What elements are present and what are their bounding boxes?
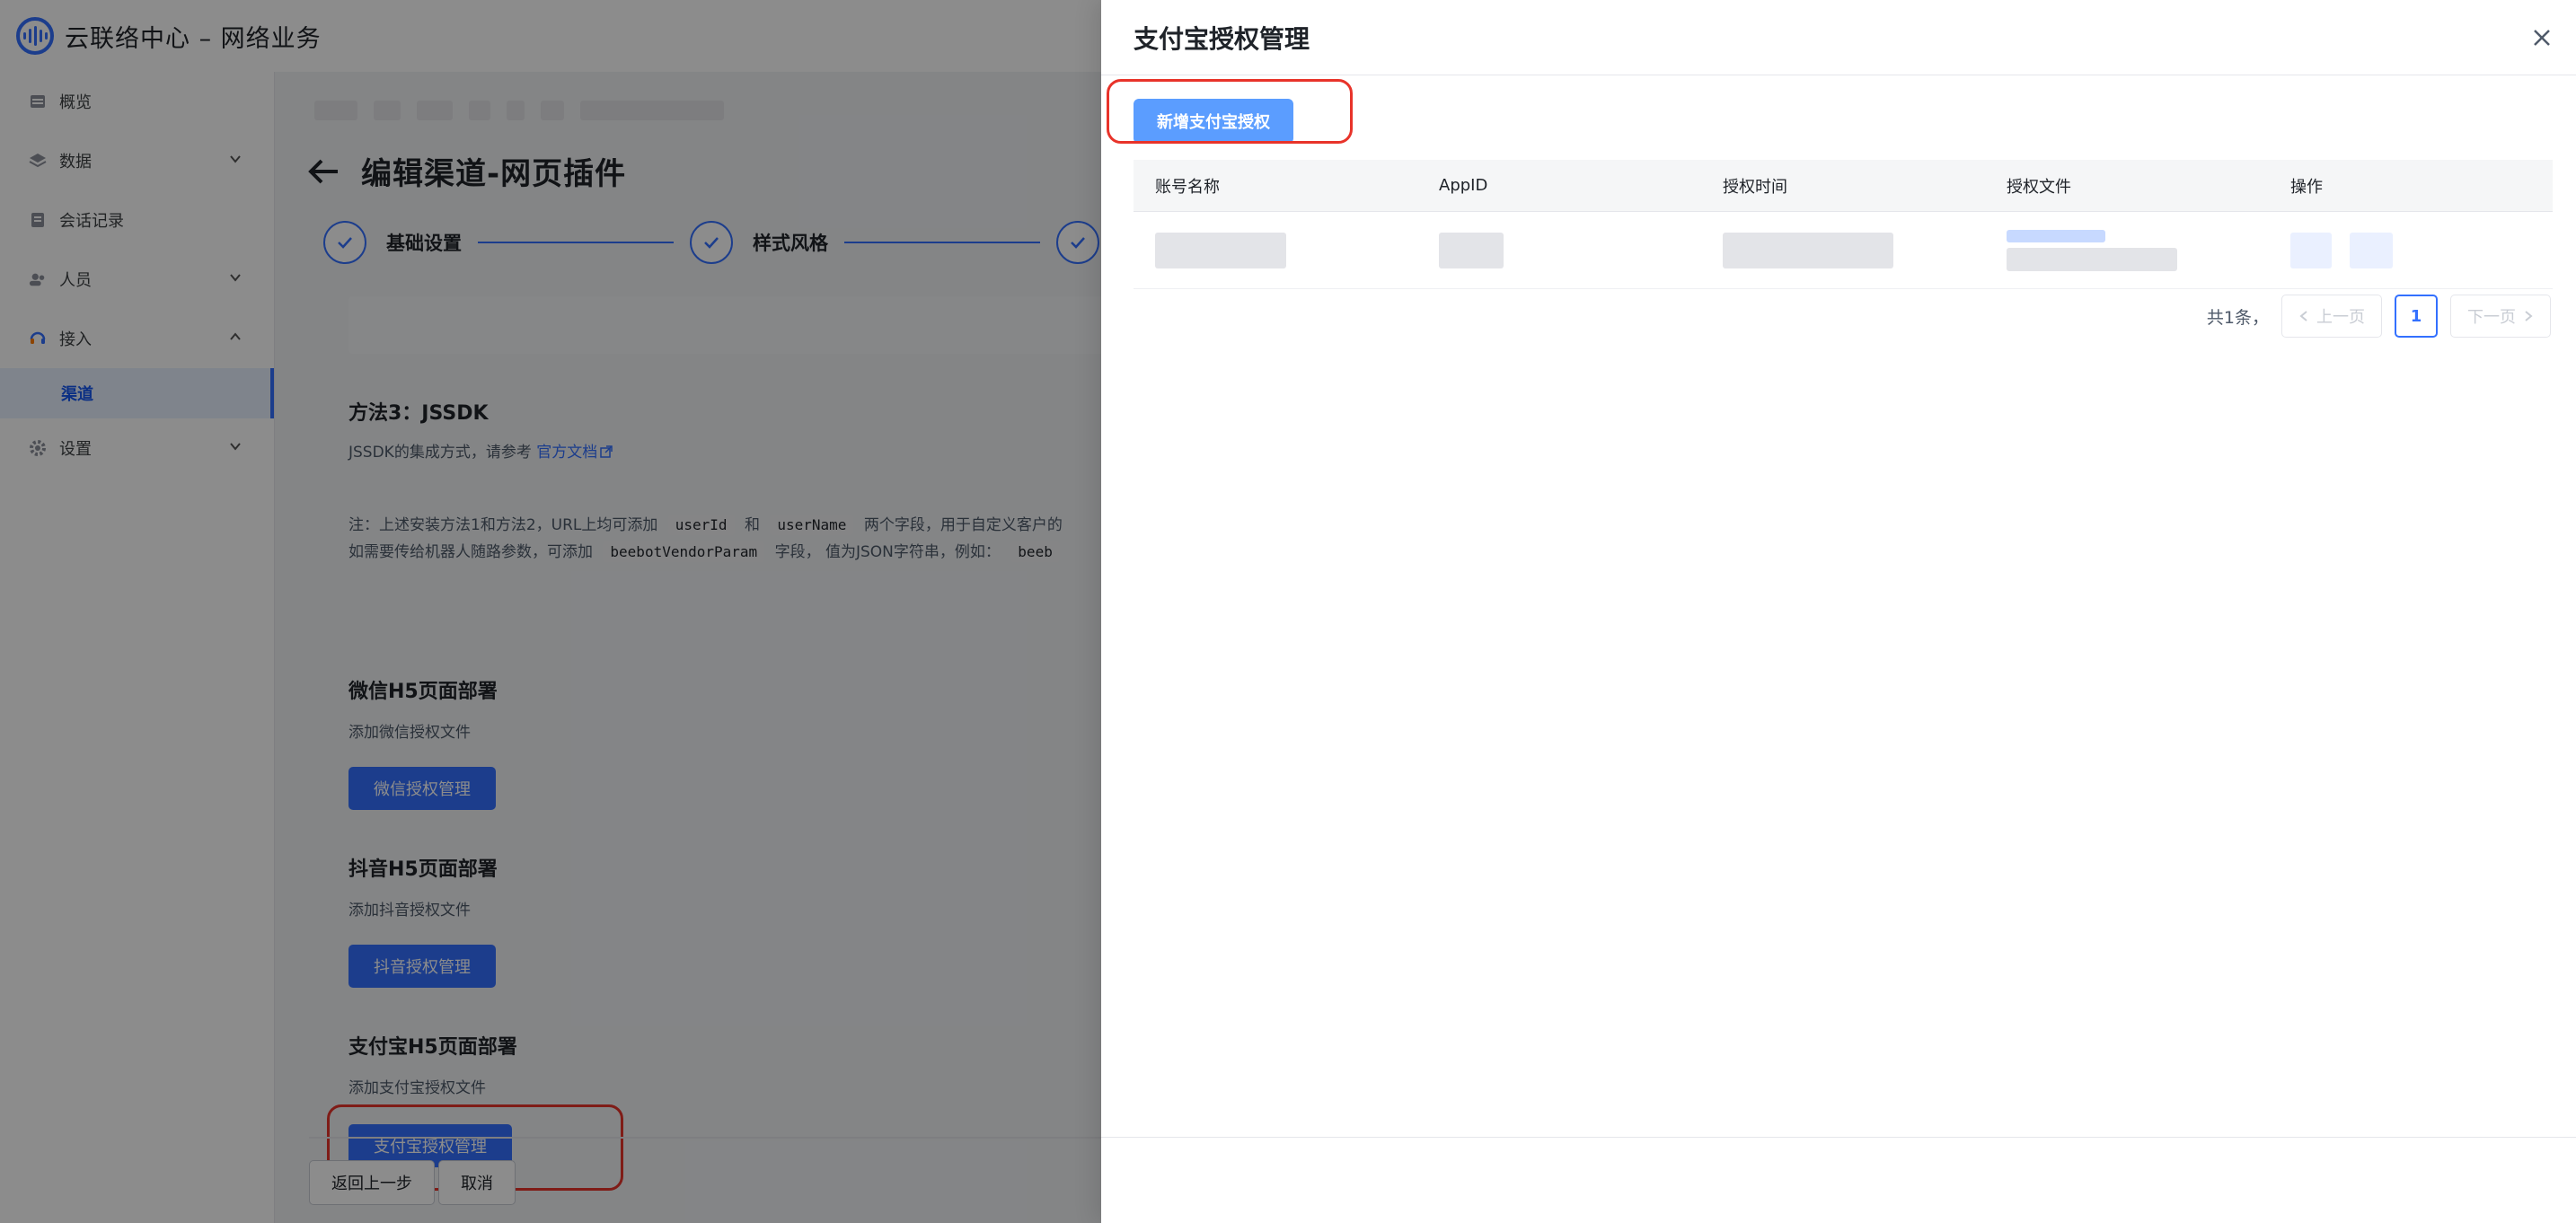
chevron-right-icon bbox=[2525, 311, 2533, 321]
alipay-auth-drawer: 支付宝授权管理 新增支付宝授权 账号名称 AppID 授权时间 授权文件 操作 bbox=[1101, 0, 2576, 1223]
highlight-annotation bbox=[1107, 79, 1353, 144]
col-auth-file: 授权文件 bbox=[2007, 177, 2071, 197]
close-icon[interactable] bbox=[2529, 25, 2554, 50]
prev-page-label: 上一页 bbox=[2316, 308, 2365, 327]
drawer-title: 支付宝授权管理 bbox=[1134, 24, 1310, 54]
drawer-footer-divider bbox=[1101, 1137, 2576, 1138]
col-account-name: 账号名称 bbox=[1155, 177, 1220, 197]
pagination-total: 共1条， bbox=[2206, 307, 2269, 328]
prev-page-button[interactable]: 上一页 bbox=[2281, 295, 2382, 338]
table-row bbox=[1134, 212, 2553, 289]
cell-actions[interactable] bbox=[2269, 232, 2553, 268]
next-page-button[interactable]: 下一页 bbox=[2450, 295, 2551, 338]
cell-auth-file[interactable] bbox=[1985, 229, 2269, 271]
col-auth-time: 授权时间 bbox=[1723, 177, 1787, 197]
drawer-header: 支付宝授权管理 bbox=[1101, 0, 2576, 75]
col-actions: 操作 bbox=[2290, 177, 2323, 197]
chevron-left-icon bbox=[2299, 311, 2307, 321]
cell-account-name bbox=[1134, 232, 1417, 268]
cell-auth-time bbox=[1701, 232, 1985, 268]
next-page-label: 下一页 bbox=[2467, 308, 2516, 327]
auth-table: 账号名称 AppID 授权时间 授权文件 操作 bbox=[1134, 160, 2553, 289]
table-header: 账号名称 AppID 授权时间 授权文件 操作 bbox=[1134, 160, 2553, 212]
pagination: 共1条， 上一页 1 下一页 bbox=[2207, 295, 2551, 338]
col-appid: AppID bbox=[1439, 176, 1488, 195]
cell-appid bbox=[1417, 232, 1701, 268]
page-number-button[interactable]: 1 bbox=[2395, 295, 2438, 338]
